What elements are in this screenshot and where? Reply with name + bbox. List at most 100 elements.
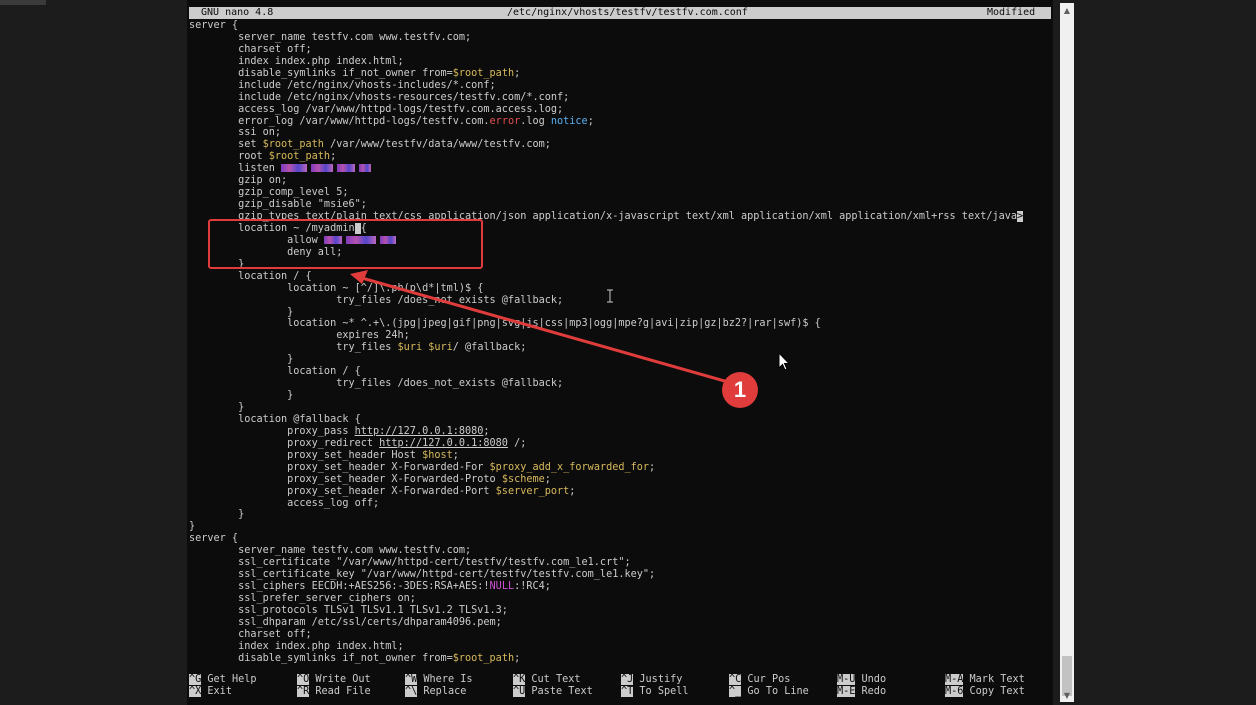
code-line: server_name testfv.com www.testfv.com; [189,32,1051,44]
code-token: ssl_dhparam /etc/ssl/certs/dhparam4096.p… [189,616,502,628]
nano-version: GNU nano 4.8 [201,7,274,18]
shortcut-item[interactable]: ^R Read File [297,686,371,698]
shortcut-item[interactable]: ^G Get Help [189,674,256,686]
code-token: location ~* ^.+\.(jpg|jpeg|gif|png|svg|j… [189,318,821,330]
shortcut-item[interactable]: ^J Justify [621,674,682,686]
code-line: } [189,390,1051,402]
code-line: proxy_set_header X-Forwarded-Port $serve… [189,486,1051,498]
top-strip [0,0,46,5]
code-line: include /etc/nginx/vhosts-resources/test… [189,92,1051,104]
scroll-down-icon[interactable]: ▼ [1060,690,1074,702]
code-line: try_files /does_not_exists @fallback; [189,378,1051,390]
shortcut-item[interactable]: ^O Write Out [297,674,371,686]
code-line: location / { [189,271,1051,283]
code-token: ; [452,449,459,461]
code-token: access_log off; [189,497,380,509]
code-token: } [189,306,294,318]
shortcut-label: Justify [633,674,683,685]
code-line: proxy_set_header Host $host; [189,450,1051,462]
nano-title-bar: GNU nano 4.8 /etc/nginx/vhosts/testfv/te… [189,7,1051,19]
shortcut-item[interactable]: ^_ Go To Line [729,686,809,698]
code-token: gzip_comp_level 5; [189,187,349,199]
shortcut-item[interactable]: M-6 Copy Text [945,686,1025,698]
code-token: ; [544,473,551,485]
code-token: } [189,402,245,413]
code-token: try_files /does_not_exists @fallback; [189,294,564,306]
shortcut-item[interactable]: M-U Undo [837,674,886,686]
code-token: listen [189,163,282,175]
shortcut-key: ^O [297,674,310,685]
shortcut-label: Cur Pos [741,674,791,685]
scroll-up-icon[interactable]: ▲ [1060,5,1074,17]
shortcut-item[interactable]: ^K Cut Text [513,674,580,686]
code-line: ssl_ciphers EECDH:+AES256:-3DES:RSA+AES:… [189,581,1051,593]
vertical-scrollbar[interactable]: ▲ ▼ [1060,3,1074,702]
code-line: root $root_path; [189,151,1051,163]
file-path: /etc/nginx/vhosts/testfv/testfv.com.conf [507,7,748,18]
shortcut-item[interactable]: M-E Redo [837,686,886,698]
code-token: $root_path [262,139,324,151]
code-token: ssi on; [189,127,282,139]
code-line: try_files $uri $uri/ @fallback; [189,342,1051,354]
code-token: location / { [189,366,361,378]
code-line: location ~ [^/]\.ph(p\d*|tml)$ { [189,283,1051,295]
code-token: } [189,390,294,402]
code-token: disable_symlinks if_not_owner from= [189,67,453,79]
code-token: proxy_set_header X-Forwarded-Port [189,485,496,497]
code-line: } [189,307,1051,319]
code-token: /var/www/testfv/data/www/testfv.com; [323,139,551,151]
shortcut-label: Exit [201,686,232,697]
code-line: try_files /does_not_exists @fallback; [189,295,1051,307]
shortcut-item[interactable]: ^T To Spell [621,686,688,698]
shortcut-item[interactable]: ^\ Replace [405,686,466,698]
code-line: ssl_dhparam /etc/ssl/certs/dhparam4096.p… [189,617,1051,629]
code-token: index index.php index.html; [189,640,404,652]
shortcut-label: To Spell [633,686,689,697]
text-cursor-icon [607,289,613,303]
shortcut-key: ^K [513,674,526,685]
code-token: / @fallback; [452,342,527,354]
shortcut-label: Paste Text [525,686,593,697]
editor-text-area[interactable]: server { server_name testfv.com www.test… [189,20,1051,664]
code-token: proxy_set_header Host [189,449,423,461]
shortcut-label: Where Is [417,674,473,685]
code-token: expires 24h; [189,330,410,342]
code-token: ; [569,485,576,497]
code-token: include /etc/nginx/vhosts-includes/*.con… [189,79,496,91]
terminal-window[interactable]: GNU nano 4.8 /etc/nginx/vhosts/testfv/te… [187,0,1053,705]
code-token: location @fallback { [189,413,361,425]
shortcut-key: ^X [189,686,202,697]
code-token: notice [550,115,588,127]
shortcut-key: ^R [297,686,310,697]
code-line: } [189,354,1051,366]
code-token: charset off; [189,43,312,55]
code-token: ssl_certificate "/var/www/httpd-cert/tes… [189,557,631,569]
code-line: } [189,402,1051,414]
code-token: error_log /var/www/httpd-logs/testfv.com… [189,115,490,127]
code-line: gzip_comp_level 5; [189,187,1051,199]
code-line: ssl_protocols TLSv1 TLSv1.1 TLSv1.2 TLSv… [189,605,1051,617]
code-token: root [189,151,269,163]
code-token: $host [422,449,453,461]
shortcut-item[interactable]: ^U Paste Text [513,686,593,698]
code-line: } [189,521,1051,533]
shortcut-label: Undo [855,674,887,685]
code-token: server { [189,533,239,545]
annotation-badge: 1 [722,372,758,408]
code-line: gzip on; [189,175,1051,187]
code-token: proxy_pass [189,425,355,437]
code-line: index index.php index.html; [189,56,1051,68]
shortcut-item[interactable]: ^C Cur Pos [729,674,790,686]
code-token: gzip on; [189,175,288,187]
code-token: proxy_set_header X-Forwarded-Proto [189,473,502,485]
code-token: include /etc/nginx/vhosts-resources/test… [189,91,570,103]
shortcut-item[interactable]: ^X Exit [189,686,232,698]
shortcut-item[interactable]: ^W Where Is [405,674,472,686]
code-line: include /etc/nginx/vhosts-includes/*.con… [189,80,1051,92]
redacted-ip [281,164,308,173]
code-token: ssl_prefer_server_ciphers on; [189,593,416,604]
shortcut-label: Go To Line [741,686,809,697]
shortcut-item[interactable]: M-A Mark Text [945,674,1025,686]
code-token: charset off; [189,628,312,640]
code-token: set [189,139,263,151]
